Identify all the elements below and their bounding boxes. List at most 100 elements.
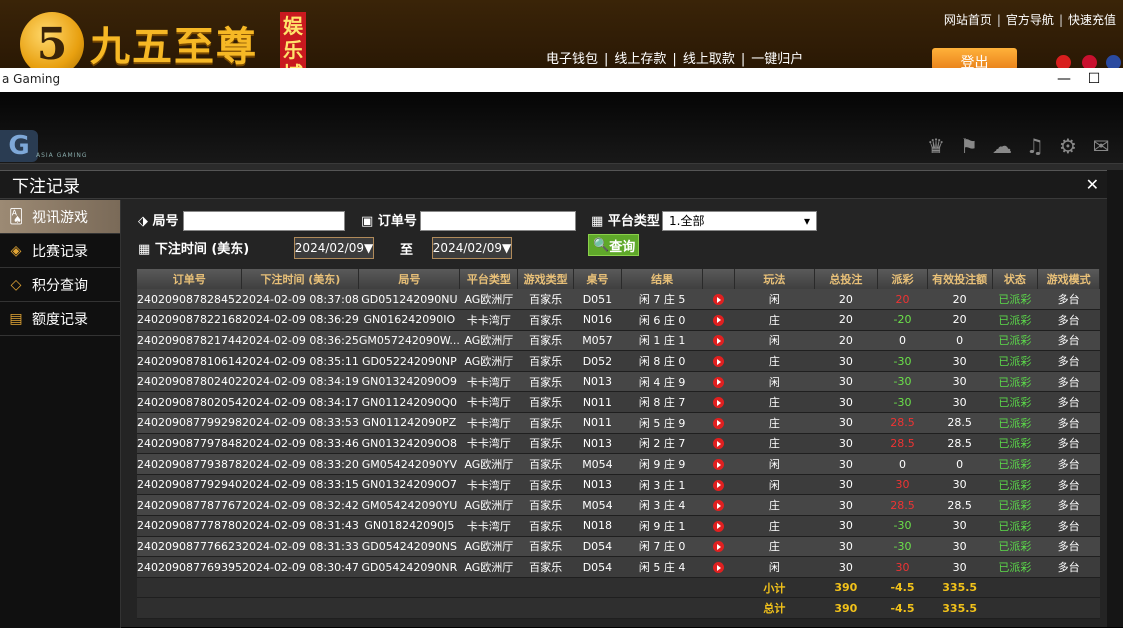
- replay-cell[interactable]: [702, 391, 735, 414]
- table-cell: GN013242090O7: [358, 474, 460, 496]
- table-cell: 闲 3 庄 4: [621, 494, 703, 517]
- sidebar-item-credit-records[interactable]: ▤ 额度记录: [0, 302, 120, 336]
- play-icon[interactable]: [713, 438, 725, 450]
- vip-icon[interactable]: ♛: [924, 134, 948, 158]
- table-cell: 百家乐: [517, 289, 574, 311]
- order-input[interactable]: [420, 211, 576, 231]
- play-icon[interactable]: [713, 314, 725, 326]
- platform-select[interactable]: 1.全部 ▾: [662, 211, 817, 231]
- play-icon[interactable]: [713, 479, 725, 491]
- table-cell: AG欧洲厅: [459, 536, 518, 558]
- table-cell: -30: [877, 536, 928, 558]
- link-withdraw[interactable]: 线上取款: [677, 52, 741, 67]
- replay-cell[interactable]: [702, 371, 735, 393]
- bet-record-modal: 下注记录 ✕ 🂡 视讯游戏 ◈ 比赛记录 ◇ 积分查询 ▤ 额度记录 ⬗ 局号 …: [0, 170, 1107, 628]
- replay-cell[interactable]: [702, 474, 735, 496]
- table-cell: 卡卡湾厅: [459, 515, 518, 537]
- replay-cell[interactable]: [702, 412, 735, 434]
- top-link-home[interactable]: 网站首页: [939, 13, 997, 27]
- maximize-icon[interactable]: ☐: [1079, 68, 1109, 92]
- replay-cell[interactable]: [702, 309, 735, 331]
- table-cell: AG欧洲厅: [459, 556, 518, 578]
- link-consolidate[interactable]: 一键归户: [745, 52, 809, 67]
- play-icon[interactable]: [713, 562, 725, 574]
- play-icon[interactable]: [713, 459, 725, 471]
- order-label: ▣ 订单号: [361, 214, 417, 229]
- table-cell: 20: [927, 309, 992, 331]
- minimize-icon[interactable]: —: [1049, 68, 1079, 92]
- message-icon[interactable]: ✉: [1089, 134, 1113, 158]
- play-icon[interactable]: [713, 294, 725, 306]
- table-cell: 28.5: [877, 412, 928, 434]
- table-cell: 闲 8 庄 0: [621, 350, 703, 372]
- flag-icon[interactable]: ⚑: [957, 134, 981, 158]
- play-icon[interactable]: [713, 541, 725, 553]
- table-cell: 30: [814, 536, 878, 558]
- table-cell: GM054242090YU: [358, 494, 460, 517]
- table-cell: GD054242090NS: [358, 536, 460, 558]
- date-to-picker[interactable]: 2024/02/09▼: [432, 237, 512, 259]
- sidebar-item-live-games[interactable]: 🂡 视讯游戏: [0, 200, 120, 234]
- table-cell: 多台: [1037, 494, 1100, 517]
- round-input[interactable]: [183, 211, 345, 231]
- top-link-nav[interactable]: 官方导航: [1001, 13, 1059, 27]
- replay-cell[interactable]: [702, 494, 735, 517]
- link-deposit[interactable]: 线上存款: [608, 52, 672, 67]
- replay-cell[interactable]: [702, 433, 735, 455]
- us-flag-icon[interactable]: [1106, 55, 1121, 68]
- play-icon[interactable]: [713, 417, 725, 429]
- hk-flag-icon[interactable]: [1082, 55, 1097, 68]
- sidebar-item-points[interactable]: ◇ 积分查询: [0, 268, 120, 302]
- query-button[interactable]: 🔍 查询: [588, 234, 639, 256]
- table-cell: N011: [573, 412, 622, 434]
- table-row: 240209087802054 2024-02-09 08:34:17 GN0112…: [137, 391, 1100, 414]
- play-icon[interactable]: [713, 397, 725, 409]
- table-cell: 30: [814, 371, 878, 393]
- table-row: 240209087776623 2024-02-09 08:31:33 GD0542…: [137, 536, 1100, 558]
- table-cell: 百家乐: [517, 556, 574, 578]
- replay-cell[interactable]: [702, 453, 735, 475]
- table-cell: 30: [814, 556, 878, 578]
- sum-spacer: [137, 577, 735, 599]
- table-cell: 2024-02-09 08:33:46: [241, 433, 359, 455]
- play-icon[interactable]: [713, 335, 725, 347]
- table-cell: 28.5: [877, 494, 928, 517]
- table-cell: GN016242090IO: [358, 309, 460, 331]
- sidebar-item-match-records[interactable]: ◈ 比赛记录: [0, 234, 120, 268]
- cn-flag-icon[interactable]: [1056, 55, 1071, 68]
- close-icon[interactable]: ✕: [1086, 175, 1099, 194]
- table-cell: 已派彩: [992, 453, 1038, 475]
- table-cell: 30: [927, 556, 992, 578]
- replay-cell[interactable]: [702, 330, 735, 352]
- table-cell: 240209087802054: [137, 391, 242, 414]
- date-from-picker[interactable]: 2024/02/09▼: [294, 237, 374, 259]
- table-cell: 卡卡湾厅: [459, 412, 518, 434]
- table-cell: N016: [573, 309, 622, 331]
- replay-cell[interactable]: [702, 536, 735, 558]
- top-link-recharge[interactable]: 快速充值: [1063, 13, 1121, 27]
- table-cell: AG欧洲厅: [459, 330, 518, 352]
- table-cell: 30: [927, 391, 992, 414]
- play-icon[interactable]: [713, 520, 725, 532]
- replay-cell[interactable]: [702, 350, 735, 372]
- table-cell: 已派彩: [992, 289, 1038, 311]
- logout-button[interactable]: 登出: [932, 48, 1017, 68]
- sum-spacer-end: [992, 597, 1100, 619]
- play-icon[interactable]: [713, 500, 725, 512]
- table-cell: 闲 9 庄 1: [621, 515, 703, 537]
- table-row: 240209087822168 2024-02-09 08:36:29 GN0162…: [137, 309, 1100, 331]
- link-e-wallet[interactable]: 电子钱包: [540, 52, 604, 67]
- music-icon[interactable]: ♫: [1023, 134, 1047, 158]
- settings-icon[interactable]: ⚙: [1056, 134, 1080, 158]
- play-icon[interactable]: [713, 356, 725, 368]
- chat-icon[interactable]: ☁: [990, 134, 1014, 158]
- table-cell: 20: [814, 289, 878, 311]
- replay-cell[interactable]: [702, 515, 735, 537]
- table-cell: 2024-02-09 08:36:29: [241, 309, 359, 331]
- replay-cell[interactable]: [702, 289, 735, 311]
- replay-cell[interactable]: [702, 556, 735, 578]
- play-icon[interactable]: [713, 376, 725, 388]
- total-label: 总计: [734, 597, 815, 619]
- table-cell: GN013242090O9: [358, 371, 460, 393]
- table-cell: GD054242090NR: [358, 556, 460, 578]
